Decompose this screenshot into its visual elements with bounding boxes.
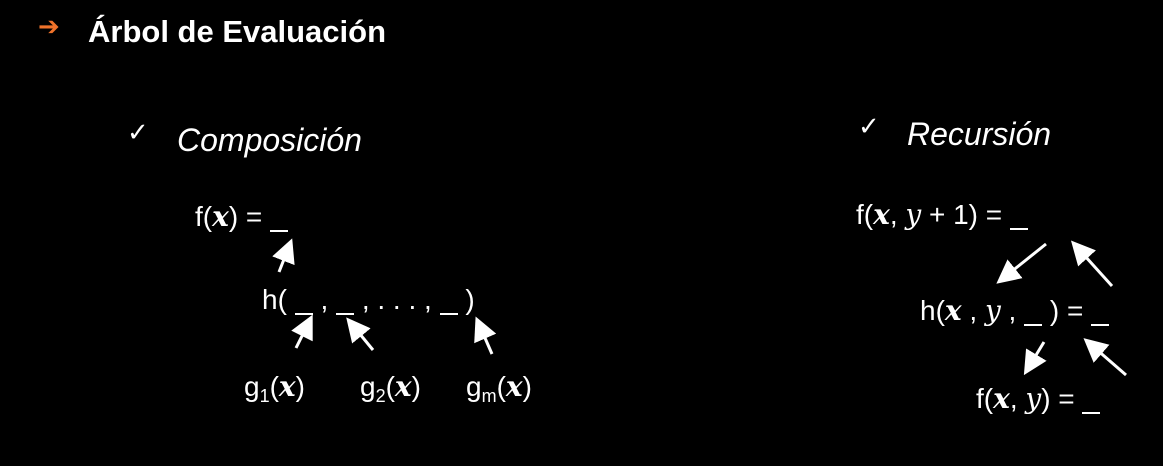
arrow-h-to-f <box>1023 341 1047 376</box>
tree-arrows <box>272 238 1127 377</box>
arrow-f-to-h <box>1083 338 1127 377</box>
arrow-g2-to-h <box>346 317 375 351</box>
arrow-gm-to-h <box>474 316 497 355</box>
arrow-root-to-h <box>996 242 1047 284</box>
arrow-h-to-root <box>272 238 295 273</box>
arrow-h-to-root <box>1070 240 1114 288</box>
arrow-g1-to-h <box>291 314 313 349</box>
